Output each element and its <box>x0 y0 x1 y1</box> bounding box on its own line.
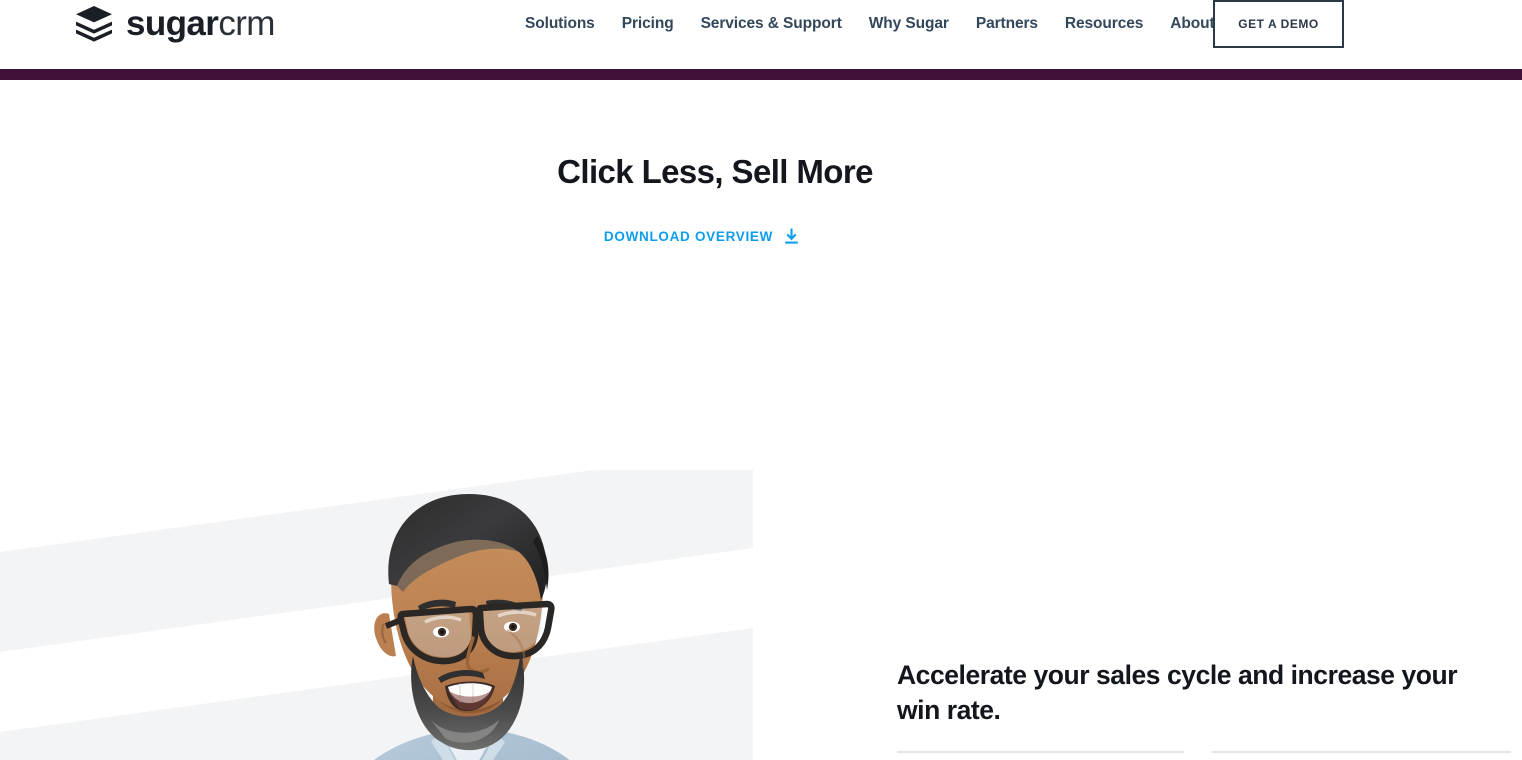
stacked-layers-icon <box>72 2 116 46</box>
hero-section: Click Less, Sell More DOWNLOAD OVERVIEW <box>0 80 1522 760</box>
hero-copy: Accelerate your sales cycle and increase… <box>897 658 1511 760</box>
hero-visual <box>0 470 753 760</box>
column-divider <box>1212 751 1511 753</box>
main-navigation: Solutions Pricing Services & Support Why… <box>525 12 1215 36</box>
nav-item-why-sugar[interactable]: Why Sugar <box>869 15 949 33</box>
logo-text-light: crm <box>218 4 275 43</box>
hero-copy-column-2: Manage your pipeline and forecast. <box>1212 751 1511 760</box>
accent-bar <box>0 69 1522 80</box>
nav-item-partners[interactable]: Partners <box>976 15 1038 33</box>
download-overview-link[interactable]: DOWNLOAD OVERVIEW <box>0 228 1403 246</box>
page-title: Click Less, Sell More <box>557 153 873 190</box>
nav-item-about[interactable]: About <box>1170 15 1214 33</box>
download-icon <box>784 228 799 245</box>
get-a-demo-button[interactable]: GET A DEMO <box>1213 0 1344 48</box>
logo-wordmark: sugarcrm <box>126 2 275 46</box>
logo-text-bold: sugar <box>126 4 219 43</box>
site-header: sugarcrm Solutions Pricing Services & Su… <box>0 0 1522 69</box>
hero-copy-heading: Accelerate your sales cycle and increase… <box>897 660 1458 725</box>
nav-item-services-support[interactable]: Services & Support <box>701 15 842 33</box>
column-divider <box>897 751 1184 753</box>
nav-item-pricing[interactable]: Pricing <box>622 15 674 33</box>
hero-copy-column-1: Focus on the right leads and opportuniti… <box>897 751 1184 760</box>
hero-copy-columns: Focus on the right leads and opportuniti… <box>897 751 1511 760</box>
nav-item-resources[interactable]: Resources <box>1065 15 1143 33</box>
download-overview-label: DOWNLOAD OVERVIEW <box>603 229 774 244</box>
nav-item-solutions[interactable]: Solutions <box>525 15 595 33</box>
logo-link[interactable]: sugarcrm <box>72 2 275 46</box>
